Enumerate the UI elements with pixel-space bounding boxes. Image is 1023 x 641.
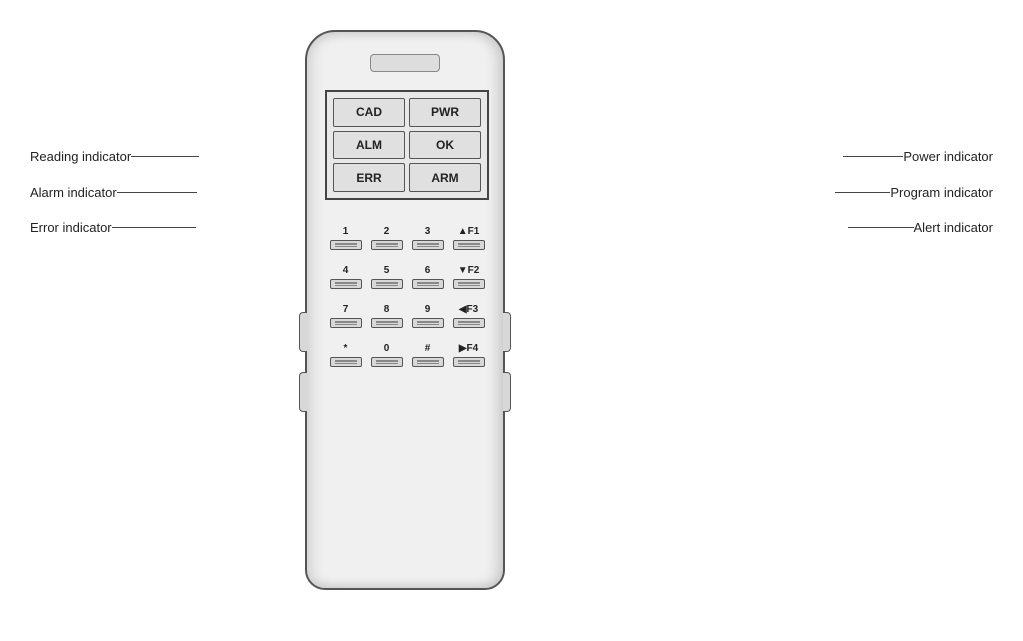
alarm-indicator-text: Alarm indicator [30, 185, 117, 200]
key-f1-label: ▲F1 [458, 227, 480, 237]
key-8-label: 8 [384, 305, 390, 315]
key-hash-label: # [425, 344, 431, 354]
err-indicator: ERR [333, 163, 405, 192]
program-indicator-label: Program indicator [835, 185, 993, 200]
key-1-btn[interactable] [330, 240, 362, 250]
program-indicator-text: Program indicator [890, 185, 993, 200]
key-star-label: * [344, 344, 348, 354]
key-7-btn[interactable] [330, 318, 362, 328]
key-7-label: 7 [343, 305, 349, 315]
ridge-right-2 [503, 372, 511, 412]
key-star-btn[interactable] [330, 357, 362, 367]
key-1-label: 1 [343, 227, 349, 237]
error-indicator-text: Error indicator [30, 220, 112, 235]
key-9-label: 9 [425, 305, 431, 315]
key-6-group[interactable]: 6 [407, 266, 448, 289]
key-5-label: 5 [384, 266, 390, 276]
key-f4-label: ▶F4 [459, 344, 478, 354]
diagram-container: Reading indicator Alarm indicator Error … [0, 0, 1023, 641]
key-4-label: 4 [343, 266, 349, 276]
key-6-btn[interactable] [412, 279, 444, 289]
key-3-label: 3 [425, 227, 431, 237]
key-5-group[interactable]: 5 [366, 266, 407, 289]
key-0-label: 0 [384, 344, 390, 354]
key-4-btn[interactable] [330, 279, 362, 289]
alert-indicator-text: Alert indicator [914, 220, 993, 235]
key-f3-btn[interactable] [453, 318, 485, 328]
error-indicator-line [112, 227, 196, 228]
ok-indicator: OK [409, 131, 481, 160]
key-8-group[interactable]: 8 [366, 305, 407, 328]
reading-indicator-text: Reading indicator [30, 149, 131, 164]
alert-indicator-line [848, 227, 914, 228]
ridge-left-1 [299, 312, 307, 352]
power-indicator-text: Power indicator [903, 149, 993, 164]
power-indicator-label: Power indicator [843, 149, 993, 164]
key-2-label: 2 [384, 227, 390, 237]
key-f3-group[interactable]: ◀F3 [448, 305, 489, 328]
key-6-label: 6 [425, 266, 431, 276]
indicator-panel: CAD PWR ALM OK ERR ARM [325, 90, 489, 200]
key-8-btn[interactable] [371, 318, 403, 328]
cad-indicator: CAD [333, 98, 405, 127]
ridge-left-2 [299, 372, 307, 412]
key-f3-label: ◀F3 [459, 305, 478, 315]
key-9-group[interactable]: 9 [407, 305, 448, 328]
key-2-btn[interactable] [371, 240, 403, 250]
key-f2-btn[interactable] [453, 279, 485, 289]
power-indicator-line [843, 156, 903, 157]
key-hash-group[interactable]: # [407, 344, 448, 367]
program-indicator-line [835, 192, 890, 193]
card-slot [370, 54, 440, 72]
key-f2-group[interactable]: ▼F2 [448, 266, 489, 289]
device-body: CAD PWR ALM OK ERR ARM 1 2 3 ▲F1 [305, 30, 505, 590]
key-5-btn[interactable] [371, 279, 403, 289]
keypad: 1 2 3 ▲F1 4 5 [325, 227, 489, 367]
pwr-indicator: PWR [409, 98, 481, 127]
key-0-group[interactable]: 0 [366, 344, 407, 367]
alm-indicator: ALM [333, 131, 405, 160]
key-f1-btn[interactable] [453, 240, 485, 250]
key-f1-group[interactable]: ▲F1 [448, 227, 489, 250]
key-9-btn[interactable] [412, 318, 444, 328]
reading-indicator-line [131, 156, 199, 157]
key-hash-btn[interactable] [412, 357, 444, 367]
error-indicator-label: Error indicator [30, 220, 196, 235]
key-7-group[interactable]: 7 [325, 305, 366, 328]
arm-indicator: ARM [409, 163, 481, 192]
key-0-btn[interactable] [371, 357, 403, 367]
key-4-group[interactable]: 4 [325, 266, 366, 289]
alarm-indicator-line [117, 192, 197, 193]
key-3-btn[interactable] [412, 240, 444, 250]
key-star-group[interactable]: * [325, 344, 366, 367]
alarm-indicator-label: Alarm indicator [30, 185, 197, 200]
key-3-group[interactable]: 3 [407, 227, 448, 250]
key-f2-label: ▼F2 [458, 266, 480, 276]
key-f4-group[interactable]: ▶F4 [448, 344, 489, 367]
alert-indicator-label: Alert indicator [848, 220, 993, 235]
key-f4-btn[interactable] [453, 357, 485, 367]
key-2-group[interactable]: 2 [366, 227, 407, 250]
ridge-right-1 [503, 312, 511, 352]
key-1-group[interactable]: 1 [325, 227, 366, 250]
reading-indicator-label: Reading indicator [30, 149, 199, 164]
